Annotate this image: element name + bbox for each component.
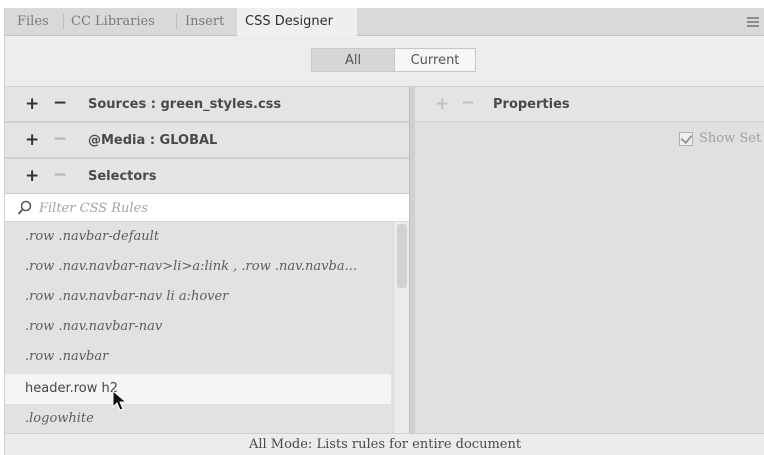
- selectors-list: .row .navbar-default .row .nav.navbar-na…: [5, 222, 409, 433]
- list-item[interactable]: .row .navbar: [5, 342, 391, 372]
- add-source-button[interactable]: +: [25, 94, 39, 114]
- list-item[interactable]: .row .nav.navbar-nav: [5, 312, 391, 342]
- tab-css-designer[interactable]: CSS Designer: [237, 8, 357, 36]
- mode-toggle-row: All Current: [5, 36, 764, 86]
- selectors-title: Selectors: [88, 169, 157, 184]
- list-item[interactable]: .row .nav.navbar-nav>li>a:link , .row .n…: [5, 252, 391, 282]
- list-item-selected[interactable]: header.row h2: [5, 374, 391, 404]
- media-pane-header[interactable]: + − @Media : GLOBAL: [5, 122, 409, 158]
- filter-css-rules-input[interactable]: [39, 198, 399, 218]
- left-column: + − Sources : green_styles.css + − @Medi…: [5, 86, 409, 433]
- current-mode-button[interactable]: Current: [394, 48, 476, 72]
- add-property-button: +: [435, 94, 450, 114]
- panel-tab-bar: Files CC Libraries Insert CSS Designer: [5, 8, 764, 36]
- add-selector-button[interactable]: +: [25, 166, 39, 186]
- selectors-pane-header[interactable]: + − Selectors: [5, 158, 409, 194]
- filter-bar: [5, 194, 409, 222]
- show-set-checkbox[interactable]: [679, 132, 693, 146]
- remove-media-button: −: [53, 129, 68, 149]
- tab-files[interactable]: Files: [17, 8, 49, 36]
- tab-cc-libraries[interactable]: CC Libraries: [71, 8, 155, 36]
- list-item[interactable]: .row .navbar-default: [5, 222, 391, 252]
- all-mode-button[interactable]: All: [311, 48, 395, 72]
- list-item[interactable]: .row .nav.navbar-nav li a:hover: [5, 282, 391, 312]
- remove-source-button[interactable]: −: [53, 93, 67, 113]
- add-media-button[interactable]: +: [25, 130, 39, 150]
- tab-divider: [176, 14, 177, 30]
- css-designer-panel: Files CC Libraries Insert CSS Designer A…: [4, 8, 764, 455]
- properties-pane-header: + − Properties: [415, 86, 764, 122]
- show-set-label: Show Set: [699, 131, 762, 146]
- media-title: @Media : GLOBAL: [88, 133, 218, 148]
- remove-property-button: −: [461, 93, 476, 113]
- properties-pane: + − Properties Show Set: [415, 86, 764, 433]
- properties-title: Properties: [493, 97, 570, 112]
- sources-pane-header[interactable]: + − Sources : green_styles.css: [5, 86, 409, 122]
- mouse-cursor-icon: [112, 390, 128, 411]
- tab-divider: [63, 14, 64, 30]
- tab-insert[interactable]: Insert: [185, 8, 224, 36]
- list-item[interactable]: .logowhite: [5, 404, 391, 433]
- status-bar: All Mode: Lists rules for entire documen…: [5, 433, 764, 455]
- remove-selector-button: −: [53, 165, 68, 185]
- scroll-thumb[interactable]: [397, 224, 407, 288]
- panel-menu-icon[interactable]: [747, 17, 759, 27]
- search-icon: [17, 200, 32, 215]
- sources-title: Sources : green_styles.css: [88, 97, 282, 112]
- selectors-scrollbar[interactable]: [393, 222, 409, 433]
